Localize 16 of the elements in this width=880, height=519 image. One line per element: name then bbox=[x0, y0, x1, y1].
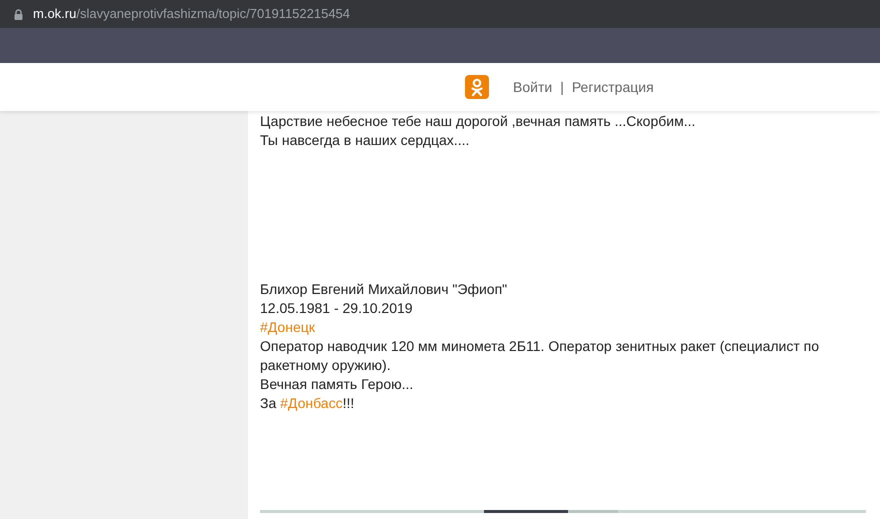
post-text: Блихор Евгений Михайлович "Эфиоп" bbox=[260, 280, 508, 299]
separator: | bbox=[560, 78, 564, 97]
post-text: Царствие небесное тебе наш дорогой ,вечная память ...Скорбим... bbox=[260, 112, 696, 131]
post-text: 12.05.1981 - 29.10.2019 bbox=[260, 299, 414, 318]
logo-icon[interactable] bbox=[465, 75, 489, 99]
register-link[interactable]: Регистрация bbox=[572, 76, 654, 98]
login-link[interactable]: Войти bbox=[513, 76, 552, 98]
post-text: Оператор наводчик 120 мм миномета 2Б11. Оператор зенитных ракет (специалист по ракетному оружию). bbox=[260, 337, 820, 375]
url-path: /slavyaneprotivfashizma/topic/70191152215454 bbox=[76, 6, 350, 22]
address-bar[interactable]: m.ok.ru/slavyaneprotivfashizma/topic/70191152215454 bbox=[0, 0, 880, 28]
post-text: Вечная память Герою... bbox=[260, 375, 414, 394]
post-text: !!! bbox=[342, 395, 354, 411]
url-host: m.ok.ru bbox=[33, 6, 76, 22]
post-text: Ты навсегда в наших сердцах.... bbox=[260, 131, 470, 150]
lock-icon bbox=[14, 8, 23, 20]
post-text: За bbox=[260, 395, 278, 411]
